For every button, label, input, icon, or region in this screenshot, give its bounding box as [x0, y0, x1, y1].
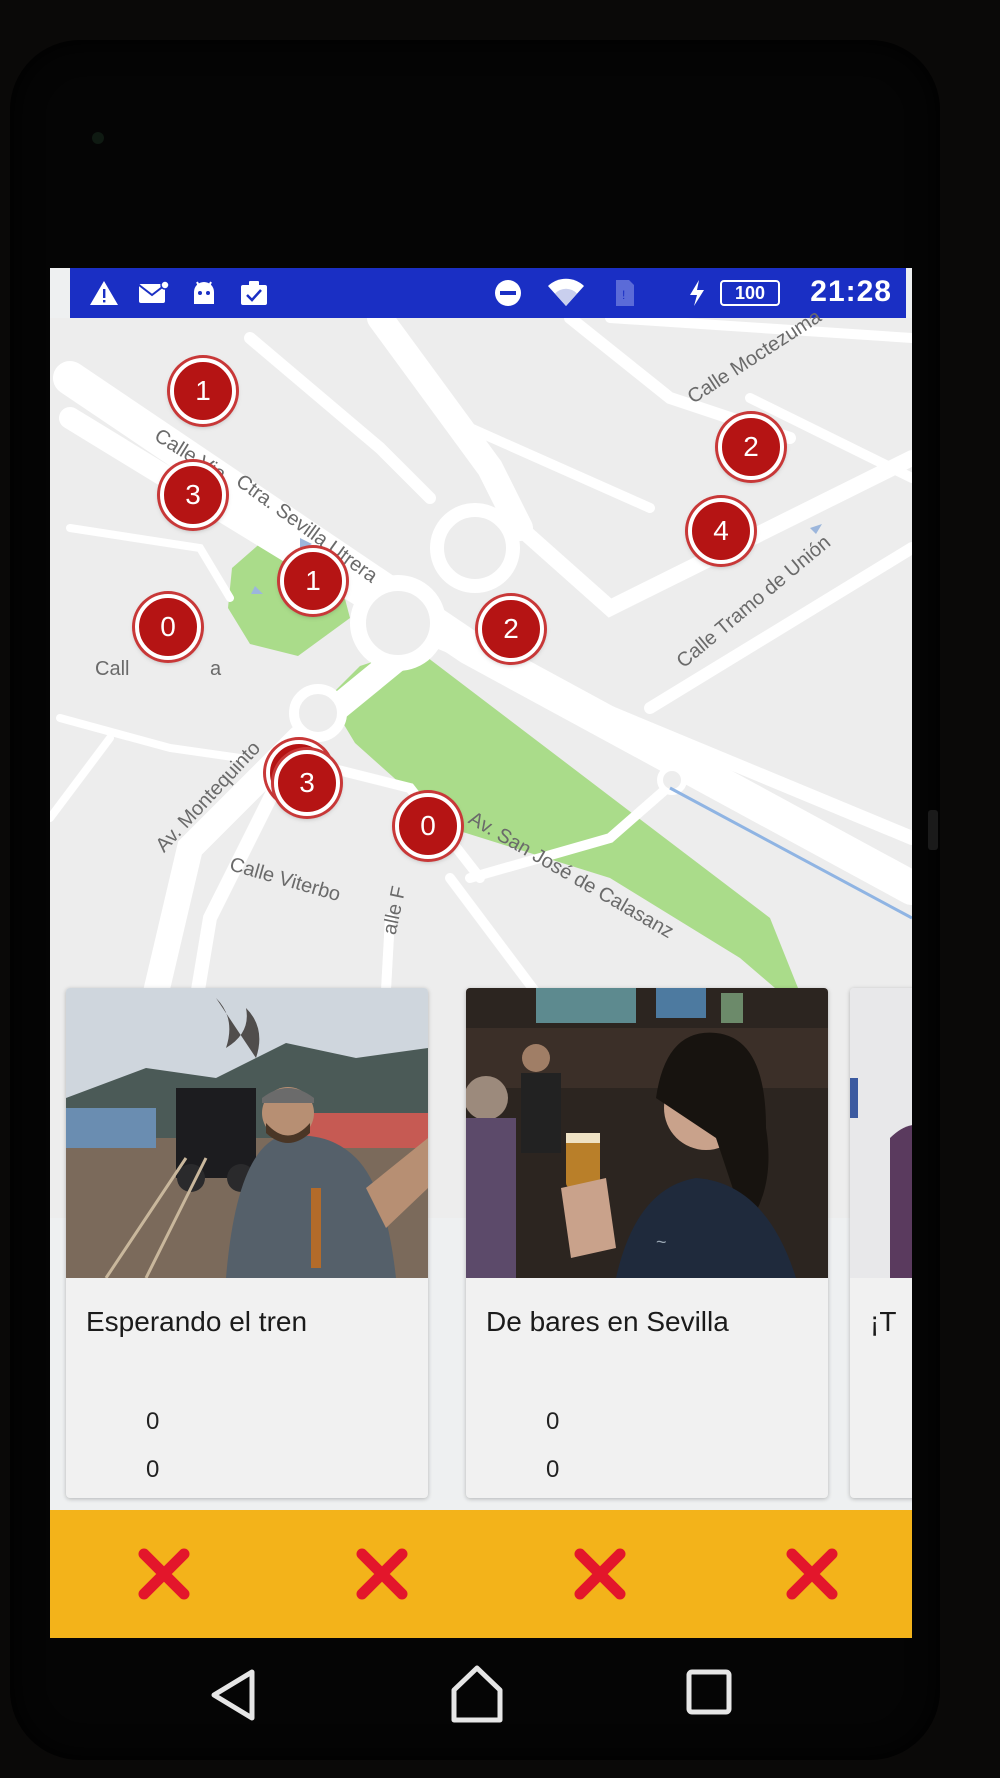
sim-icon: !: [610, 276, 640, 310]
recents-icon[interactable]: [675, 1660, 745, 1730]
map-marker[interactable]: 4: [688, 498, 754, 564]
photo-card-partial[interactable]: ¡T: [850, 988, 912, 1498]
close-icon[interactable]: [134, 1544, 194, 1604]
map-marker[interactable]: 2: [718, 414, 784, 480]
phone-frame: ! 100 21:28 Calle Moctezuma Ctra. Sevill…: [10, 40, 940, 1760]
map-marker[interactable]: 3: [274, 750, 340, 816]
clipboard-check-icon: [236, 276, 274, 310]
map-marker[interactable]: 1: [170, 358, 236, 424]
card-title: De bares en Sevilla: [486, 1306, 729, 1337]
svg-text:!: !: [622, 288, 625, 302]
front-camera: [92, 132, 104, 144]
card-title: ¡T: [870, 1306, 897, 1337]
card-count-primary: 0: [146, 1408, 160, 1435]
power-button: [928, 810, 938, 850]
card-count-secondary: 0: [146, 1456, 160, 1483]
photo-card[interactable]: Esperando el tren 0 0: [66, 988, 428, 1498]
mail-icon: [136, 276, 172, 310]
close-icon[interactable]: [570, 1544, 630, 1604]
app-screen: ! 100 21:28 Calle Moctezuma Ctra. Sevill…: [50, 268, 912, 1638]
action-toolbar: [50, 1510, 912, 1638]
clock: 21:28: [810, 275, 892, 308]
card-count-secondary: 0: [546, 1456, 560, 1483]
android-icon: [186, 276, 222, 310]
close-icon[interactable]: [352, 1544, 412, 1604]
do-not-disturb-icon: [490, 276, 526, 310]
card-photo-train: [66, 988, 428, 1278]
card-photo-partial: [850, 988, 912, 1278]
status-bar: ! 100 21:28: [70, 268, 906, 318]
map-marker[interactable]: 0: [395, 793, 461, 859]
charging-icon: [684, 276, 710, 310]
map-marker[interactable]: 1: [280, 548, 346, 614]
close-icon[interactable]: [782, 1544, 842, 1604]
warning-icon: [86, 276, 122, 310]
street-label: Call: [95, 658, 130, 680]
map-marker[interactable]: 0: [135, 594, 201, 660]
svg-text:~: ~: [656, 1232, 667, 1252]
card-title: Esperando el tren: [86, 1306, 308, 1337]
map-marker[interactable]: 2: [478, 596, 544, 662]
card-photo-bar: ~: [466, 988, 828, 1278]
street-label: a: [210, 658, 222, 680]
home-icon[interactable]: [442, 1660, 512, 1730]
map-marker[interactable]: 3: [160, 462, 226, 528]
photo-card[interactable]: ~ De bares en Sevilla 0 0: [466, 988, 828, 1498]
photo-carousel[interactable]: Esperando el tren 0 0 ~ De bares en Sevi…: [50, 988, 912, 1498]
back-icon[interactable]: [200, 1660, 270, 1730]
wifi-icon: [544, 276, 588, 310]
battery-level: 100: [720, 280, 780, 306]
system-navigation-bar: [180, 1650, 780, 1740]
card-count-primary: 0: [546, 1408, 560, 1435]
